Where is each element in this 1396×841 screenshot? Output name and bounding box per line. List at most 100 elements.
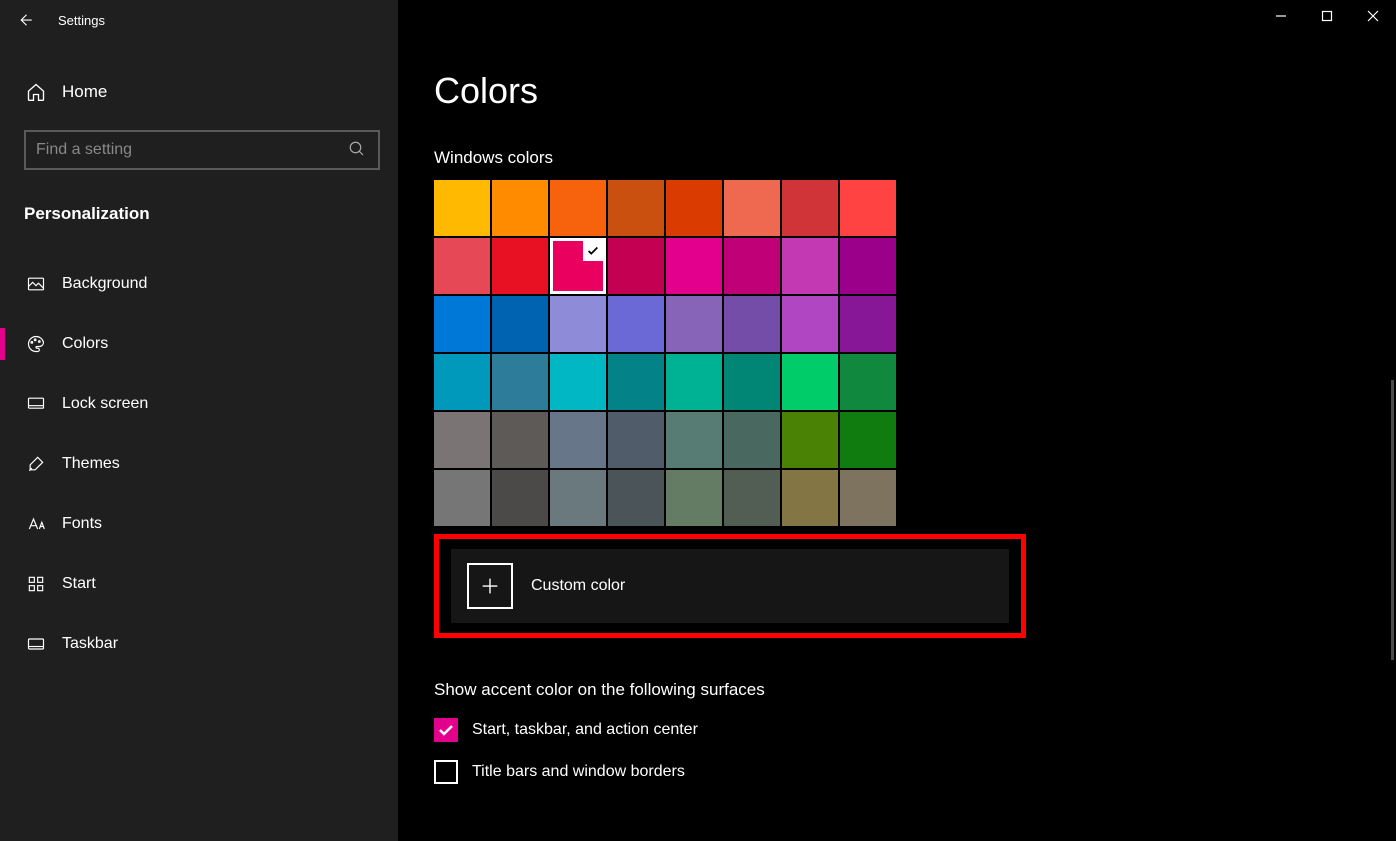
color-swatch[interactable] <box>666 354 722 410</box>
color-swatch-grid <box>434 180 896 526</box>
picture-icon <box>24 274 48 294</box>
brush-icon <box>24 454 48 474</box>
color-swatch[interactable] <box>666 238 722 294</box>
home-icon <box>24 82 48 102</box>
nav-item-start[interactable]: Start <box>24 554 374 614</box>
color-swatch[interactable] <box>840 470 896 526</box>
maximize-button[interactable] <box>1304 0 1350 32</box>
color-swatch[interactable] <box>492 238 548 294</box>
nav-label: Lock screen <box>62 395 148 413</box>
color-swatch[interactable] <box>608 238 664 294</box>
color-swatch[interactable] <box>724 354 780 410</box>
color-swatch[interactable] <box>840 180 896 236</box>
color-swatch[interactable] <box>550 238 606 294</box>
check-icon <box>583 241 603 261</box>
checkbox-row-start: Start, taskbar, and action center <box>434 718 1396 742</box>
app-title: Settings <box>58 13 105 28</box>
nav-item-fonts[interactable]: Fonts <box>24 494 374 554</box>
color-swatch[interactable] <box>724 470 780 526</box>
nav-label: Background <box>62 275 147 293</box>
custom-color-label: Custom color <box>531 577 625 595</box>
color-swatch[interactable] <box>550 180 606 236</box>
search-box[interactable] <box>24 130 380 170</box>
nav-label: Colors <box>62 335 108 353</box>
nav-label: Fonts <box>62 515 102 533</box>
grid-icon <box>24 574 48 594</box>
home-link[interactable]: Home <box>24 64 374 120</box>
color-swatch[interactable] <box>434 180 490 236</box>
color-swatch[interactable] <box>666 412 722 468</box>
color-swatch[interactable] <box>550 354 606 410</box>
arrow-left-icon <box>16 11 34 29</box>
color-swatch[interactable] <box>782 180 838 236</box>
color-swatch[interactable] <box>666 470 722 526</box>
color-swatch[interactable] <box>434 296 490 352</box>
color-swatch[interactable] <box>550 412 606 468</box>
color-swatch[interactable] <box>492 354 548 410</box>
page-title: Colors <box>434 70 1396 112</box>
minimize-button[interactable] <box>1258 0 1304 32</box>
content-area: Colors Windows colors Custom color Show … <box>398 0 1396 841</box>
checkbox-row-titlebars: Title bars and window borders <box>434 760 1396 784</box>
color-swatch[interactable] <box>608 354 664 410</box>
color-swatch[interactable] <box>782 296 838 352</box>
plus-icon <box>467 563 513 609</box>
category-title: Personalization <box>24 204 374 224</box>
color-swatch[interactable] <box>840 296 896 352</box>
color-swatch[interactable] <box>608 470 664 526</box>
nav-label: Start <box>62 575 96 593</box>
nav-item-themes[interactable]: Themes <box>24 434 374 494</box>
window-controls <box>1258 0 1396 32</box>
nav-label: Taskbar <box>62 635 118 653</box>
color-swatch[interactable] <box>782 470 838 526</box>
custom-color-button[interactable]: Custom color <box>451 549 1009 623</box>
search-input[interactable] <box>36 141 348 159</box>
font-icon <box>24 514 48 534</box>
color-swatch[interactable] <box>840 412 896 468</box>
color-swatch[interactable] <box>550 470 606 526</box>
color-swatch[interactable] <box>724 296 780 352</box>
color-swatch[interactable] <box>840 238 896 294</box>
color-swatch[interactable] <box>724 180 780 236</box>
checkbox-start-taskbar[interactable] <box>434 718 458 742</box>
checkbox-start-label: Start, taskbar, and action center <box>472 721 698 739</box>
color-swatch[interactable] <box>608 412 664 468</box>
nav-label: Themes <box>62 455 120 473</box>
color-swatch[interactable] <box>492 412 548 468</box>
monitor-icon <box>24 394 48 414</box>
color-swatch[interactable] <box>492 296 548 352</box>
checkbox-titlebars[interactable] <box>434 760 458 784</box>
nav-item-background[interactable]: Background <box>24 254 374 314</box>
checkbox-titlebars-label: Title bars and window borders <box>472 763 685 781</box>
color-swatch[interactable] <box>434 354 490 410</box>
nav-list: Background Colors Lock screen Themes Fon… <box>24 254 374 674</box>
scrollbar-thumb[interactable] <box>1391 380 1394 660</box>
nav-item-taskbar[interactable]: Taskbar <box>24 614 374 674</box>
highlight-annotation: Custom color <box>434 534 1026 638</box>
close-button[interactable] <box>1350 0 1396 32</box>
color-swatch[interactable] <box>840 354 896 410</box>
titlebar: Settings <box>0 0 398 40</box>
nav-item-colors[interactable]: Colors <box>24 314 374 374</box>
windows-colors-label: Windows colors <box>434 148 1396 168</box>
color-swatch[interactable] <box>782 354 838 410</box>
color-swatch[interactable] <box>782 412 838 468</box>
color-swatch[interactable] <box>608 180 664 236</box>
color-swatch[interactable] <box>434 470 490 526</box>
color-swatch[interactable] <box>724 412 780 468</box>
home-label: Home <box>62 82 107 102</box>
color-swatch[interactable] <box>724 238 780 294</box>
search-icon <box>348 140 368 160</box>
color-swatch[interactable] <box>666 296 722 352</box>
color-swatch[interactable] <box>434 412 490 468</box>
taskbar-icon <box>24 634 48 654</box>
nav-item-lockscreen[interactable]: Lock screen <box>24 374 374 434</box>
color-swatch[interactable] <box>434 238 490 294</box>
color-swatch[interactable] <box>492 470 548 526</box>
color-swatch[interactable] <box>550 296 606 352</box>
back-button[interactable] <box>0 0 50 40</box>
color-swatch[interactable] <box>782 238 838 294</box>
color-swatch[interactable] <box>666 180 722 236</box>
color-swatch[interactable] <box>608 296 664 352</box>
color-swatch[interactable] <box>492 180 548 236</box>
